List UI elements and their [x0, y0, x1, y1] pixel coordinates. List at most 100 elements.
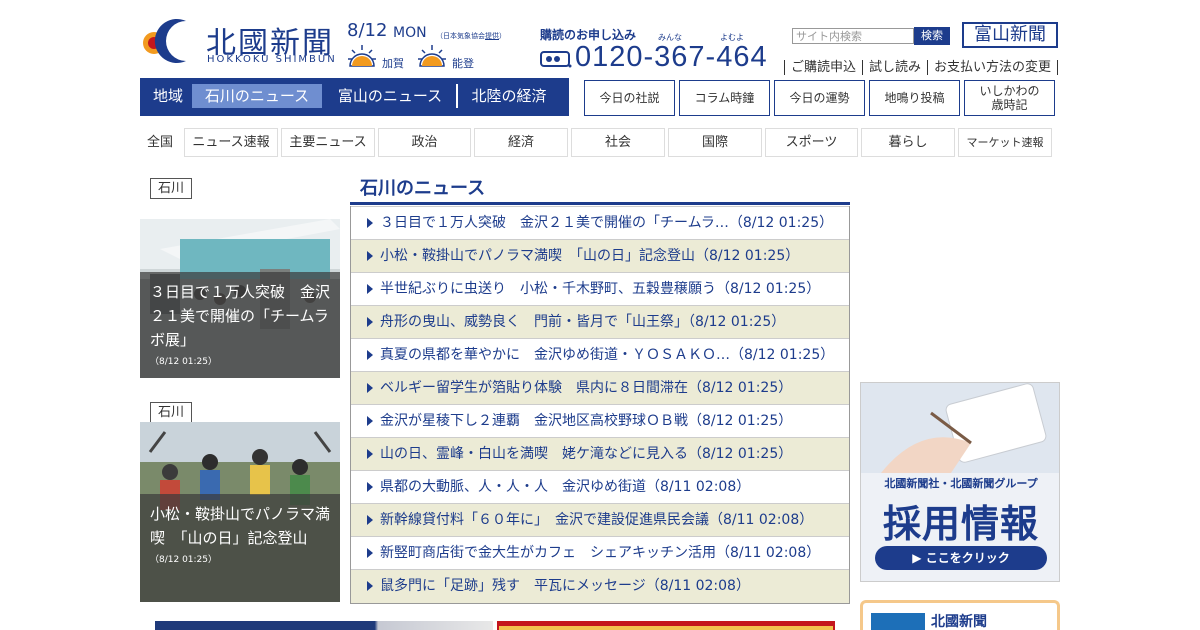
news-item-text[interactable]: ３日目で１万人突破 金沢２１美で開催の「チームラ…（8/12 01:25）	[380, 215, 833, 231]
featured-date: （8/12 01:25）	[150, 555, 218, 565]
news-item-text[interactable]: 金沢が星稜下し２連覇 金沢地区高校野球ＯＢ戦（8/12 01:25）	[380, 413, 792, 429]
day-of-week: MON	[393, 25, 427, 41]
payment-change-link[interactable]: お支払い方法の変更	[934, 60, 1051, 75]
tab-international[interactable]: 国際	[668, 128, 762, 157]
featured-title[interactable]: ３日目で１万人突破 金沢２１美で開催の「チームラボ展」	[150, 280, 330, 352]
region-tab-ishikawa[interactable]: 石川のニュース	[192, 84, 322, 108]
news-item[interactable]: 新竪町商店街で金大生がカフェ シェアキッチン活用（8/11 02:08）	[351, 536, 849, 569]
tab-politics[interactable]: 政治	[378, 128, 471, 157]
bottom-ad-banner-2[interactable]	[497, 621, 835, 630]
news-item-text[interactable]: 新幹線貸付料「６０年に」 金沢で建設促進県民会議（8/11 02:08）	[380, 512, 813, 528]
phone-icon	[540, 51, 572, 68]
region-tab-toyama[interactable]: 富山のニュース	[324, 84, 456, 108]
news-item[interactable]: 金沢が星稜下し２連覇 金沢地区高校野球ＯＢ戦（8/12 01:25）	[351, 404, 849, 437]
weather-source-prefix: （日本気象協会	[436, 32, 485, 40]
weather-source-link[interactable]: 提供	[485, 32, 499, 40]
news-item-text[interactable]: 鼠多門に「足跡」残す 平瓦にメッセージ（8/11 02:08）	[380, 578, 750, 594]
tab-lifestyle[interactable]: 暮らし	[861, 128, 955, 157]
news-item[interactable]: ベルギー留学生が箔貼り体験 県内に８日間滞在（8/12 01:25）	[351, 371, 849, 404]
featured-caption: 小松・鞍掛山でパノラマ満喫 「山の日」記念登山 （8/12 01:25）	[140, 494, 340, 602]
column-jisho-button[interactable]: コラム時鐘	[679, 80, 770, 116]
news-item[interactable]: 小松・鞍掛山でパノラマ満喫 「山の日」記念登山（8/12 01:25）	[351, 239, 849, 272]
reader-post-button[interactable]: 地鳴り投稿	[869, 80, 960, 116]
region-tab-hokuriku-economy[interactable]: 北陸の経済	[456, 84, 560, 108]
news-item-text[interactable]: 真夏の県都を華やかに 金沢ゆめ街道・ＹＯＳＡＫＯ…（8/12 01:25）	[380, 347, 834, 363]
utility-separator	[784, 60, 785, 75]
weather-place-noto: 能登	[452, 57, 474, 70]
news-item[interactable]: 新幹線貸付料「６０年に」 金沢で建設促進県民会議（8/11 02:08）	[351, 503, 849, 536]
bullet-arrow-icon	[367, 482, 373, 492]
news-item[interactable]: 半世紀ぶりに虫送り 小松・千木野町、五穀豊穣願う（8/12 01:25）	[351, 272, 849, 305]
bullet-arrow-icon	[367, 581, 373, 591]
news-item[interactable]: 県都の大動脈、人・人・人 金沢ゆめ街道（8/11 02:08）	[351, 470, 849, 503]
featured-caption: ３日目で１万人突破 金沢２１美で開催の「チームラボ展」 （8/12 01:25）	[140, 272, 340, 378]
search-button[interactable]: 検索	[914, 27, 950, 45]
weather-place-kaga: 加賀	[382, 57, 404, 70]
utility-links: ご購読申込 試し読み お支払い方法の変更	[784, 56, 1064, 75]
bottom-ad-banner-1[interactable]	[155, 621, 493, 630]
news-title-underline	[350, 202, 850, 205]
featured-title[interactable]: 小松・鞍掛山でパノラマ満喫 「山の日」記念登山	[150, 502, 330, 550]
banner-title: 採用情報	[882, 502, 1039, 546]
sunny-icon	[418, 45, 446, 67]
news-section-title: 石川のニュース	[360, 178, 486, 199]
news-item[interactable]: 舟形の曳山、威勢良く 門前・皆月で「山王祭」（8/12 01:25）	[351, 305, 849, 338]
bottom-card-title: 北國新聞	[931, 614, 987, 630]
news-item-text[interactable]: 半世紀ぶりに虫送り 小松・千木野町、五穀豊穣願う（8/12 01:25）	[380, 281, 820, 297]
subscribe-link[interactable]: ご購読申込	[791, 60, 856, 75]
banner-click-button[interactable]: ▶ ここをクリック	[875, 546, 1047, 570]
tab-economy[interactable]: 経済	[474, 128, 568, 157]
hokkoku-logo-icon[interactable]	[140, 17, 196, 65]
featured-photo-climbing[interactable]: 小松・鞍掛山でパノラマ満喫 「山の日」記念登山 （8/12 01:25）	[140, 422, 340, 602]
bottom-ad-banner-2-inner	[499, 626, 833, 630]
weather-source-suffix: ）	[499, 32, 506, 40]
hokkoku-promo-card[interactable]: 北國新聞	[860, 600, 1060, 630]
news-item-text[interactable]: 舟形の曳山、威勢良く 門前・皆月で「山王祭」（8/12 01:25）	[380, 314, 785, 330]
utility-separator	[1057, 60, 1059, 75]
tab-sports[interactable]: スポーツ	[765, 128, 858, 157]
hokkoku-card-logo-icon	[871, 613, 925, 630]
news-item-text[interactable]: ベルギー留学生が箔貼り体験 県内に８日間滞在（8/12 01:25）	[380, 380, 792, 396]
news-item-text[interactable]: 小松・鞍掛山でパノラマ満喫 「山の日」記念登山（8/12 01:25）	[380, 248, 799, 264]
featured-date: （8/12 01:25）	[150, 357, 218, 367]
horoscope-button[interactable]: 今日の運勢	[774, 80, 865, 116]
current-date: 8/12	[347, 20, 388, 41]
weather-source: （日本気象協会提供）	[436, 31, 506, 41]
news-item[interactable]: 山の日、霊峰・白山を満喫 姥ケ滝などに見入る（8/12 01:25）	[351, 437, 849, 470]
logo-subtitle: HOKKOKU SHIMBUN	[207, 54, 337, 65]
bullet-arrow-icon	[367, 251, 373, 261]
bullet-arrow-icon	[367, 416, 373, 426]
editorial-button[interactable]: 今日の社説	[584, 80, 675, 116]
area-badge: 石川	[150, 402, 192, 423]
trial-link[interactable]: 試し読み	[869, 60, 921, 75]
tab-top-news[interactable]: 主要ニュース	[281, 128, 375, 157]
news-item-text[interactable]: 県都の大動脈、人・人・人 金沢ゆめ街道（8/11 02:08）	[380, 479, 750, 495]
bullet-arrow-icon	[367, 218, 373, 228]
category-label[interactable]: 全国	[147, 128, 173, 157]
bullet-arrow-icon	[367, 449, 373, 459]
bullet-arrow-icon	[367, 548, 373, 558]
toyama-shimbun-button[interactable]: 富山新聞	[962, 22, 1058, 48]
bullet-arrow-icon	[367, 383, 373, 393]
news-item-text[interactable]: 新竪町商店街で金大生がカフェ シェアキッチン活用（8/11 02:08）	[380, 545, 820, 561]
featured-photo-teamlab[interactable]: ３日目で１万人突破 金沢２１美で開催の「チームラボ展」 （8/12 01:25）	[140, 219, 340, 378]
news-item[interactable]: ３日目で１万人突破 金沢２１美で開催の「チームラ…（8/12 01:25）	[351, 206, 849, 239]
bullet-arrow-icon	[367, 284, 373, 294]
news-item-text[interactable]: 山の日、霊峰・白山を満喫 姥ケ滝などに見入る（8/12 01:25）	[380, 446, 792, 462]
area-badge: 石川	[150, 178, 192, 199]
tab-market-news[interactable]: マーケット速報	[958, 128, 1052, 157]
utility-separator	[862, 60, 864, 75]
news-item[interactable]: 真夏の県都を華やかに 金沢ゆめ街道・ＹＯＳＡＫＯ…（8/12 01:25）	[351, 338, 849, 371]
bullet-arrow-icon	[367, 515, 373, 525]
tab-society[interactable]: 社会	[571, 128, 665, 157]
region-nav: 地域 石川のニュース 富山のニュース 北陸の経済	[140, 78, 569, 116]
region-label: 地域	[152, 87, 183, 105]
news-list: ３日目で１万人突破 金沢２１美で開催の「チームラ…（8/12 01:25） 小松…	[350, 206, 850, 604]
site-search-input[interactable]	[792, 28, 914, 44]
recruitment-banner[interactable]: 北國新聞社・北國新聞グループ 採用情報 ▶ ここをクリック	[860, 382, 1060, 582]
news-item[interactable]: 鼠多門に「足跡」残す 平瓦にメッセージ（8/11 02:08）	[351, 569, 849, 603]
bullet-arrow-icon	[367, 317, 373, 327]
seasonal-calendar-button[interactable]: いしかわの 歳時記	[964, 80, 1055, 116]
tab-breaking-news[interactable]: ニュース速報	[184, 128, 278, 157]
subscription-phone[interactable]: 0120-367-464	[575, 41, 768, 74]
